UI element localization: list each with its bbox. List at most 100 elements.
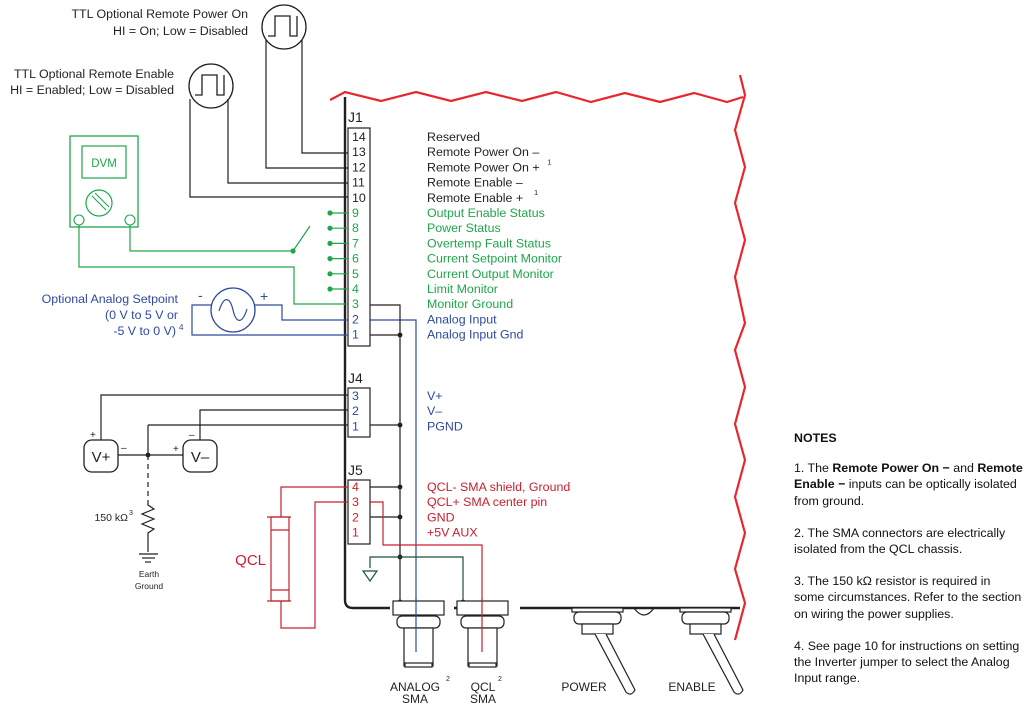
j4-pin-number: 2 [352, 404, 359, 418]
j1-pin-description: Remote Power On + [427, 160, 540, 174]
note-2: 2. The SMA connectors are electrically i… [794, 525, 1006, 557]
j1-pin-number: 4 [352, 282, 359, 296]
analog-sma-line2: SMA [402, 692, 428, 706]
j5-pin-description: GND [427, 510, 455, 524]
vplus-label: V+ [92, 449, 111, 466]
j5-pin-description: +5V AUX [427, 526, 478, 540]
ttl-power-line1: TTL Optional Remote Power On [71, 7, 248, 21]
enable-switch-label: ENABLE [668, 680, 715, 694]
analog-setpoint-line2: (0 V to 5 V or [105, 308, 178, 322]
status-pin-dot [327, 286, 333, 292]
j1-pin-description: Analog Input Gnd [427, 328, 524, 342]
ttl-enable-line2: HI = Enabled; Low = Disabled [10, 83, 174, 97]
ttl-enable-line1: TTL Optional Remote Enable [14, 67, 174, 81]
note-1-bold-power: Remote Power On − [832, 461, 950, 476]
j5-pin-number: 2 [352, 510, 359, 524]
ground-bus [370, 304, 401, 605]
j5-label: J5 [348, 462, 363, 478]
analog-wires [191, 304, 417, 652]
j1-pin-description: Output Enable Status [427, 206, 545, 220]
note-4: 4. See page 10 for instructions on setti… [794, 638, 1020, 686]
j1-pin-number: 2 [352, 312, 359, 326]
j1-pin-number: 1 [352, 328, 359, 342]
j5-pin-number: 4 [352, 480, 359, 494]
j1-pin-number: 5 [352, 267, 359, 281]
j5-pin-number: 1 [352, 526, 359, 540]
dvm-meter [69, 135, 139, 228]
analog-source-minus: - [198, 287, 203, 303]
chassis-break-top [329, 90, 744, 104]
j1-pin-description: Overtemp Fault Status [427, 236, 551, 250]
note-1-prefix: 1. The [794, 461, 833, 476]
ttl-power-source [261, 4, 307, 50]
resistor-label: 150 kΩ [94, 512, 128, 524]
j1-pin-number: 7 [352, 236, 359, 250]
chassis-ground [361, 556, 464, 602]
notes-title: NOTES [794, 431, 837, 445]
vplus-plus: + [90, 430, 96, 441]
j1-pin-number: 6 [352, 252, 359, 266]
earth-ground-line2: Ground [135, 581, 164, 591]
j1-pins: 14 Reserved13 Remote Power On –12 Remote Po… [352, 130, 562, 342]
note-1: 1. The Remote Power On − and Remote Enab… [794, 460, 1024, 509]
vminus-plus: + [173, 444, 179, 455]
notes-panel: NOTES 1. The Remote Power On − and Remot… [794, 430, 1024, 702]
qcl-sma-line2: SMA [470, 692, 496, 706]
vplus-minus: – [121, 443, 127, 454]
j4-pin-number: 3 [352, 389, 359, 403]
analog-setpoint-note: 4 [179, 323, 184, 332]
power-switch-label: POWER [561, 680, 607, 694]
vminus-minus: – [189, 430, 195, 441]
j1-pin-number: 11 [352, 176, 365, 190]
j1-pin-number: 9 [352, 206, 359, 220]
j1-pin-number: 10 [352, 191, 366, 205]
j1-pin-description: Analog Input [427, 312, 497, 326]
j1-pin-description: Current Output Monitor [427, 267, 554, 281]
note-1-mid: and [949, 461, 978, 476]
j4-label: J4 [348, 370, 363, 386]
analog-source-plus: + [260, 288, 268, 304]
j1-pin-number: 3 [352, 297, 359, 311]
note-3: 3. The 150 kΩ resistor is required in so… [794, 574, 1022, 621]
j1-label: J1 [348, 109, 363, 125]
j1-pin-description: Monitor Ground [427, 297, 513, 311]
analog-sma-connector [392, 600, 445, 668]
status-pin-dot [327, 240, 333, 246]
ttl-power-line2: HI = On; Low = Disabled [113, 24, 248, 38]
analog-source [210, 287, 256, 333]
j5-pins: 4 QCL- SMA shield, Ground 3 QCL+ SMA center… [352, 480, 570, 540]
j1-pin-description: Limit Monitor [427, 282, 498, 296]
j5-pin-description: QCL+ SMA center pin [427, 495, 547, 509]
ttl-enable-source [188, 63, 234, 109]
j4-pin-description: V– [427, 404, 442, 418]
resistor-note: 3 [129, 510, 133, 517]
j4-pin-description: PGND [427, 419, 463, 433]
j1-pin-description: Remote Power On – [427, 145, 539, 159]
j1-pin-description: Remote Enable – [427, 176, 523, 190]
vminus-label: V– [191, 449, 210, 466]
j1-pin-description: Reserved [427, 130, 480, 144]
chassis-outline [343, 97, 740, 610]
status-pin-dot [327, 256, 333, 262]
j1-pin-note: 1 [534, 188, 538, 197]
status-pin-dot [327, 225, 333, 231]
dvm-label: DVM [91, 158, 117, 170]
j5-pin-number: 3 [352, 495, 359, 509]
status-pin-dot [327, 271, 333, 277]
qcl-label: QCL [235, 552, 266, 569]
j1-pin-description: Power Status [427, 221, 501, 235]
j1-pin-number: 13 [352, 145, 366, 159]
switch-pivot [290, 248, 296, 254]
status-pin-dot [327, 210, 333, 216]
chassis-break-right [733, 74, 747, 641]
j1-pin-description: Remote Enable + [427, 191, 523, 205]
j1-pin-number: 8 [352, 221, 359, 235]
earth-ground-line1: Earth [139, 569, 160, 579]
j4-pin-number: 1 [352, 419, 359, 433]
qcl-sma-note: 2 [498, 676, 502, 683]
j1-pin-note: 1 [547, 157, 551, 166]
analog-sma-note: 2 [446, 676, 450, 683]
j5-pin-description: QCL- SMA shield, Ground [427, 480, 570, 494]
supply-wires [100, 394, 348, 563]
j4-pin-description: V+ [427, 389, 443, 403]
